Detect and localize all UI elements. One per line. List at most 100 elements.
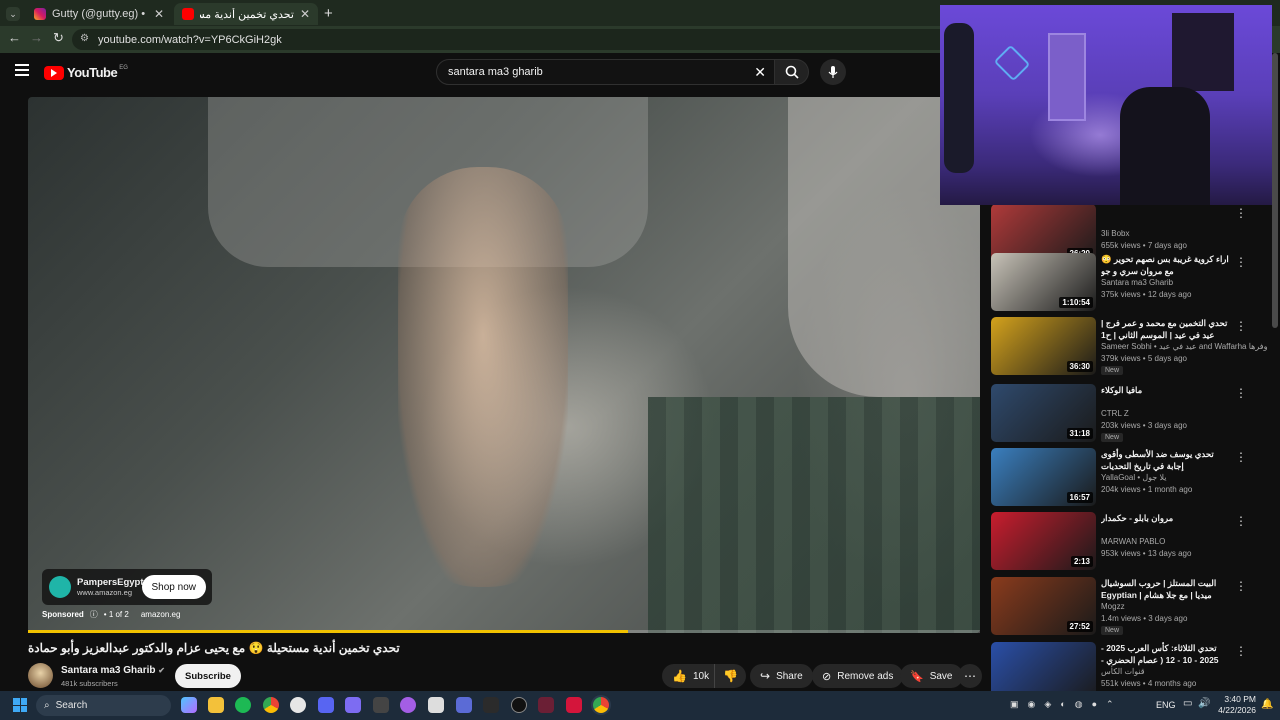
calendar-icon[interactable] <box>428 697 444 713</box>
recommendation-title[interactable]: تحدي التخمين مع محمد و عمر فرج | عيد في … <box>1101 317 1231 341</box>
gamepad-icon[interactable] <box>456 697 472 713</box>
video-thumbnail[interactable]: 16:57 <box>991 448 1096 506</box>
apps-grid-icon[interactable] <box>345 697 361 713</box>
recommendation-channel[interactable]: Santara ma3 Gharib <box>1101 278 1173 287</box>
recommendation-item[interactable]: 31:18 مافيا الوكلاء CTRL Z 203k views • 3 d… <box>991 384 1261 442</box>
search-button[interactable] <box>775 59 809 85</box>
clear-search-icon[interactable]: ✕ <box>754 64 766 81</box>
file-explorer-icon[interactable] <box>208 697 224 713</box>
tray-app-icon[interactable]: ◍ <box>1075 699 1083 710</box>
remove-ads-button[interactable]: ⊘ Remove ads <box>812 664 904 688</box>
clock[interactable]: 3:40 PM 4/22/2026 <box>1216 694 1256 716</box>
chrome-active-icon[interactable] <box>593 697 609 713</box>
share-button[interactable]: ↪ Share <box>750 664 813 688</box>
menu-icon[interactable] <box>15 64 29 76</box>
kebab-menu-icon[interactable]: ⋮ <box>1235 386 1247 400</box>
recommendation-item[interactable]: 36:30 تحدي التخمين مع محمد و عمر فرج | عي… <box>991 317 1267 375</box>
kebab-menu-icon[interactable]: ⋮ <box>1235 514 1247 528</box>
youtube-logo[interactable]: YouTube EG <box>44 65 128 80</box>
recommendation-title[interactable]: اراء كروية غريبة بس نصهم تحوير 😳 مع مروا… <box>1101 253 1231 277</box>
adobe-icon[interactable] <box>566 697 582 713</box>
github-icon[interactable] <box>290 697 306 713</box>
close-tab-icon[interactable]: ✕ <box>300 7 310 21</box>
voice-search-button[interactable] <box>820 59 846 85</box>
recommendation-title[interactable]: تحدي يوسف ضد الأسطى وأقوى إجابة في تاريخ… <box>1101 448 1231 472</box>
taskbar-search[interactable]: ⌕ Search <box>36 695 171 716</box>
capcut-icon[interactable] <box>511 697 527 713</box>
kebab-menu-icon[interactable]: ⋮ <box>1235 450 1247 464</box>
video-progress-bar[interactable] <box>28 630 980 633</box>
recommendation-item[interactable]: 27:52 البيت المستلز | حروب السوشيال ميديا… <box>991 577 1261 635</box>
recommendation-title[interactable]: مافيا الوكلاء <box>1101 384 1231 408</box>
app-purple-icon[interactable] <box>400 697 416 713</box>
back-icon[interactable]: ← <box>8 30 21 45</box>
tray-app-icon[interactable]: ▣ <box>1010 699 1019 710</box>
tab-instagram[interactable]: Gutty (@gutty.eg) • Instagram ✕ <box>26 3 172 25</box>
recommendation-title[interactable]: تحدي الثلاثاء: كأس العرب 2025 - 2025 - 1… <box>1101 642 1231 666</box>
network-icon[interactable]: ▭ <box>1183 698 1192 709</box>
search-input[interactable]: santara ma3 gharib ✕ <box>436 59 775 85</box>
recommendation-channel[interactable]: 3li Bobx <box>1101 229 1129 238</box>
recommendation-title[interactable] <box>1101 204 1231 228</box>
dislike-button[interactable]: 👎 <box>714 664 746 688</box>
tray-chevron-icon[interactable]: ⌃ <box>1106 699 1114 710</box>
video-thumbnail[interactable]: 31:18 <box>991 384 1096 442</box>
video-thumbnail[interactable]: 36:30 <box>991 317 1096 375</box>
recommendation-channel[interactable]: Sameer Sobhi • عيد في عيد and Waffarha و… <box>1101 342 1267 351</box>
chrome-icon[interactable] <box>263 697 279 713</box>
tray-app-icon[interactable]: ◐ <box>1060 699 1065 710</box>
shop-now-button[interactable]: Shop now <box>141 575 206 599</box>
recommendation-title[interactable]: البيت المستلز | حروب السوشيال ميديا | مع… <box>1101 577 1231 601</box>
kebab-menu-icon[interactable]: ⋮ <box>1235 579 1247 593</box>
recommendation-item[interactable]: 1:10:54 اراء كروية غريبة بس نصهم تحوير 😳 … <box>991 253 1261 311</box>
video-thumbnail[interactable]: 1:10:54 <box>991 253 1096 311</box>
recommendation-channel[interactable]: Mogzz <box>1101 602 1125 611</box>
tray-mic-icon[interactable]: ● <box>1092 699 1097 710</box>
like-button[interactable]: 👍 10k <box>662 664 718 688</box>
recommendation-channel[interactable]: CTRL Z <box>1101 409 1129 418</box>
volume-icon[interactable]: 🔊 <box>1198 698 1210 709</box>
info-icon[interactable]: ⓘ <box>90 609 98 620</box>
video-thumbnail[interactable]: 2:13 <box>991 512 1096 570</box>
video-player[interactable]: PampersEgypt www.amazon.eg Shop now Spon… <box>28 97 980 633</box>
spotify-icon[interactable] <box>235 697 251 713</box>
site-info-icon[interactable]: ⚙ <box>80 33 89 44</box>
notification-icon[interactable]: 🔔 <box>1261 699 1273 710</box>
new-tab-icon[interactable]: + <box>324 5 333 22</box>
copilot-icon[interactable] <box>181 697 197 713</box>
tab-youtube[interactable]: تحدي تخمين أندية مستحيلة 😲 مع ✕ <box>174 3 318 25</box>
recommendation-meta: 203k views • 3 days ago <box>1101 421 1187 430</box>
close-tab-icon[interactable]: ✕ <box>154 7 164 21</box>
recommendation-channel[interactable]: YallaGoal • يلا جول <box>1101 473 1166 482</box>
more-actions-button[interactable]: ⋯ <box>958 664 982 688</box>
video-thumbnail[interactable]: 27:52 <box>991 577 1096 635</box>
subscribe-button[interactable]: Subscribe <box>175 664 241 688</box>
recommendation-item[interactable]: 16:57 تحدي يوسف ضد الأسطى وأقوى إجابة في … <box>991 448 1261 506</box>
kebab-menu-icon[interactable]: ⋮ <box>1235 319 1247 333</box>
recommendation-channel[interactable]: MARWAN PABLO <box>1101 537 1165 546</box>
tray-steam-icon[interactable]: ◉ <box>1028 699 1036 710</box>
discord-icon[interactable] <box>318 697 334 713</box>
tab-list-dropdown-icon[interactable]: ⌄ <box>6 7 20 21</box>
channel-name[interactable]: Santara ma3 Gharib ✔ <box>61 665 165 676</box>
reload-icon[interactable]: ↻ <box>53 30 64 46</box>
recommendation-channel[interactable]: قنوات الكأس <box>1101 667 1145 676</box>
keyboard-icon[interactable] <box>373 697 389 713</box>
terminal-icon[interactable] <box>483 697 499 713</box>
save-button[interactable]: 🔖 Save <box>900 664 963 688</box>
tray-app-icon[interactable]: ◈ <box>1044 699 1051 710</box>
forward-icon[interactable]: → <box>30 30 43 45</box>
windows-start-icon[interactable] <box>13 698 27 712</box>
kebab-menu-icon[interactable]: ⋮ <box>1235 206 1247 220</box>
recommendation-title[interactable]: مروان بابلو - حكمدار <box>1101 512 1231 536</box>
kebab-menu-icon[interactable]: ⋮ <box>1235 255 1247 269</box>
sidebar-scrollbar[interactable] <box>1272 53 1278 328</box>
ad-site[interactable]: amazon.eg <box>141 610 181 619</box>
recommendation-item[interactable]: 2:13 مروان بابلو - حكمدار MARWAN PABLO 953k… <box>991 512 1261 570</box>
ad-card[interactable]: PampersEgypt www.amazon.eg Shop now <box>42 569 212 605</box>
sponsored-label: Sponsored <box>42 610 84 619</box>
app-red-icon[interactable] <box>538 697 554 713</box>
channel-avatar[interactable] <box>28 663 53 688</box>
language-indicator[interactable]: ENG <box>1156 700 1176 710</box>
kebab-menu-icon[interactable]: ⋮ <box>1235 644 1247 658</box>
